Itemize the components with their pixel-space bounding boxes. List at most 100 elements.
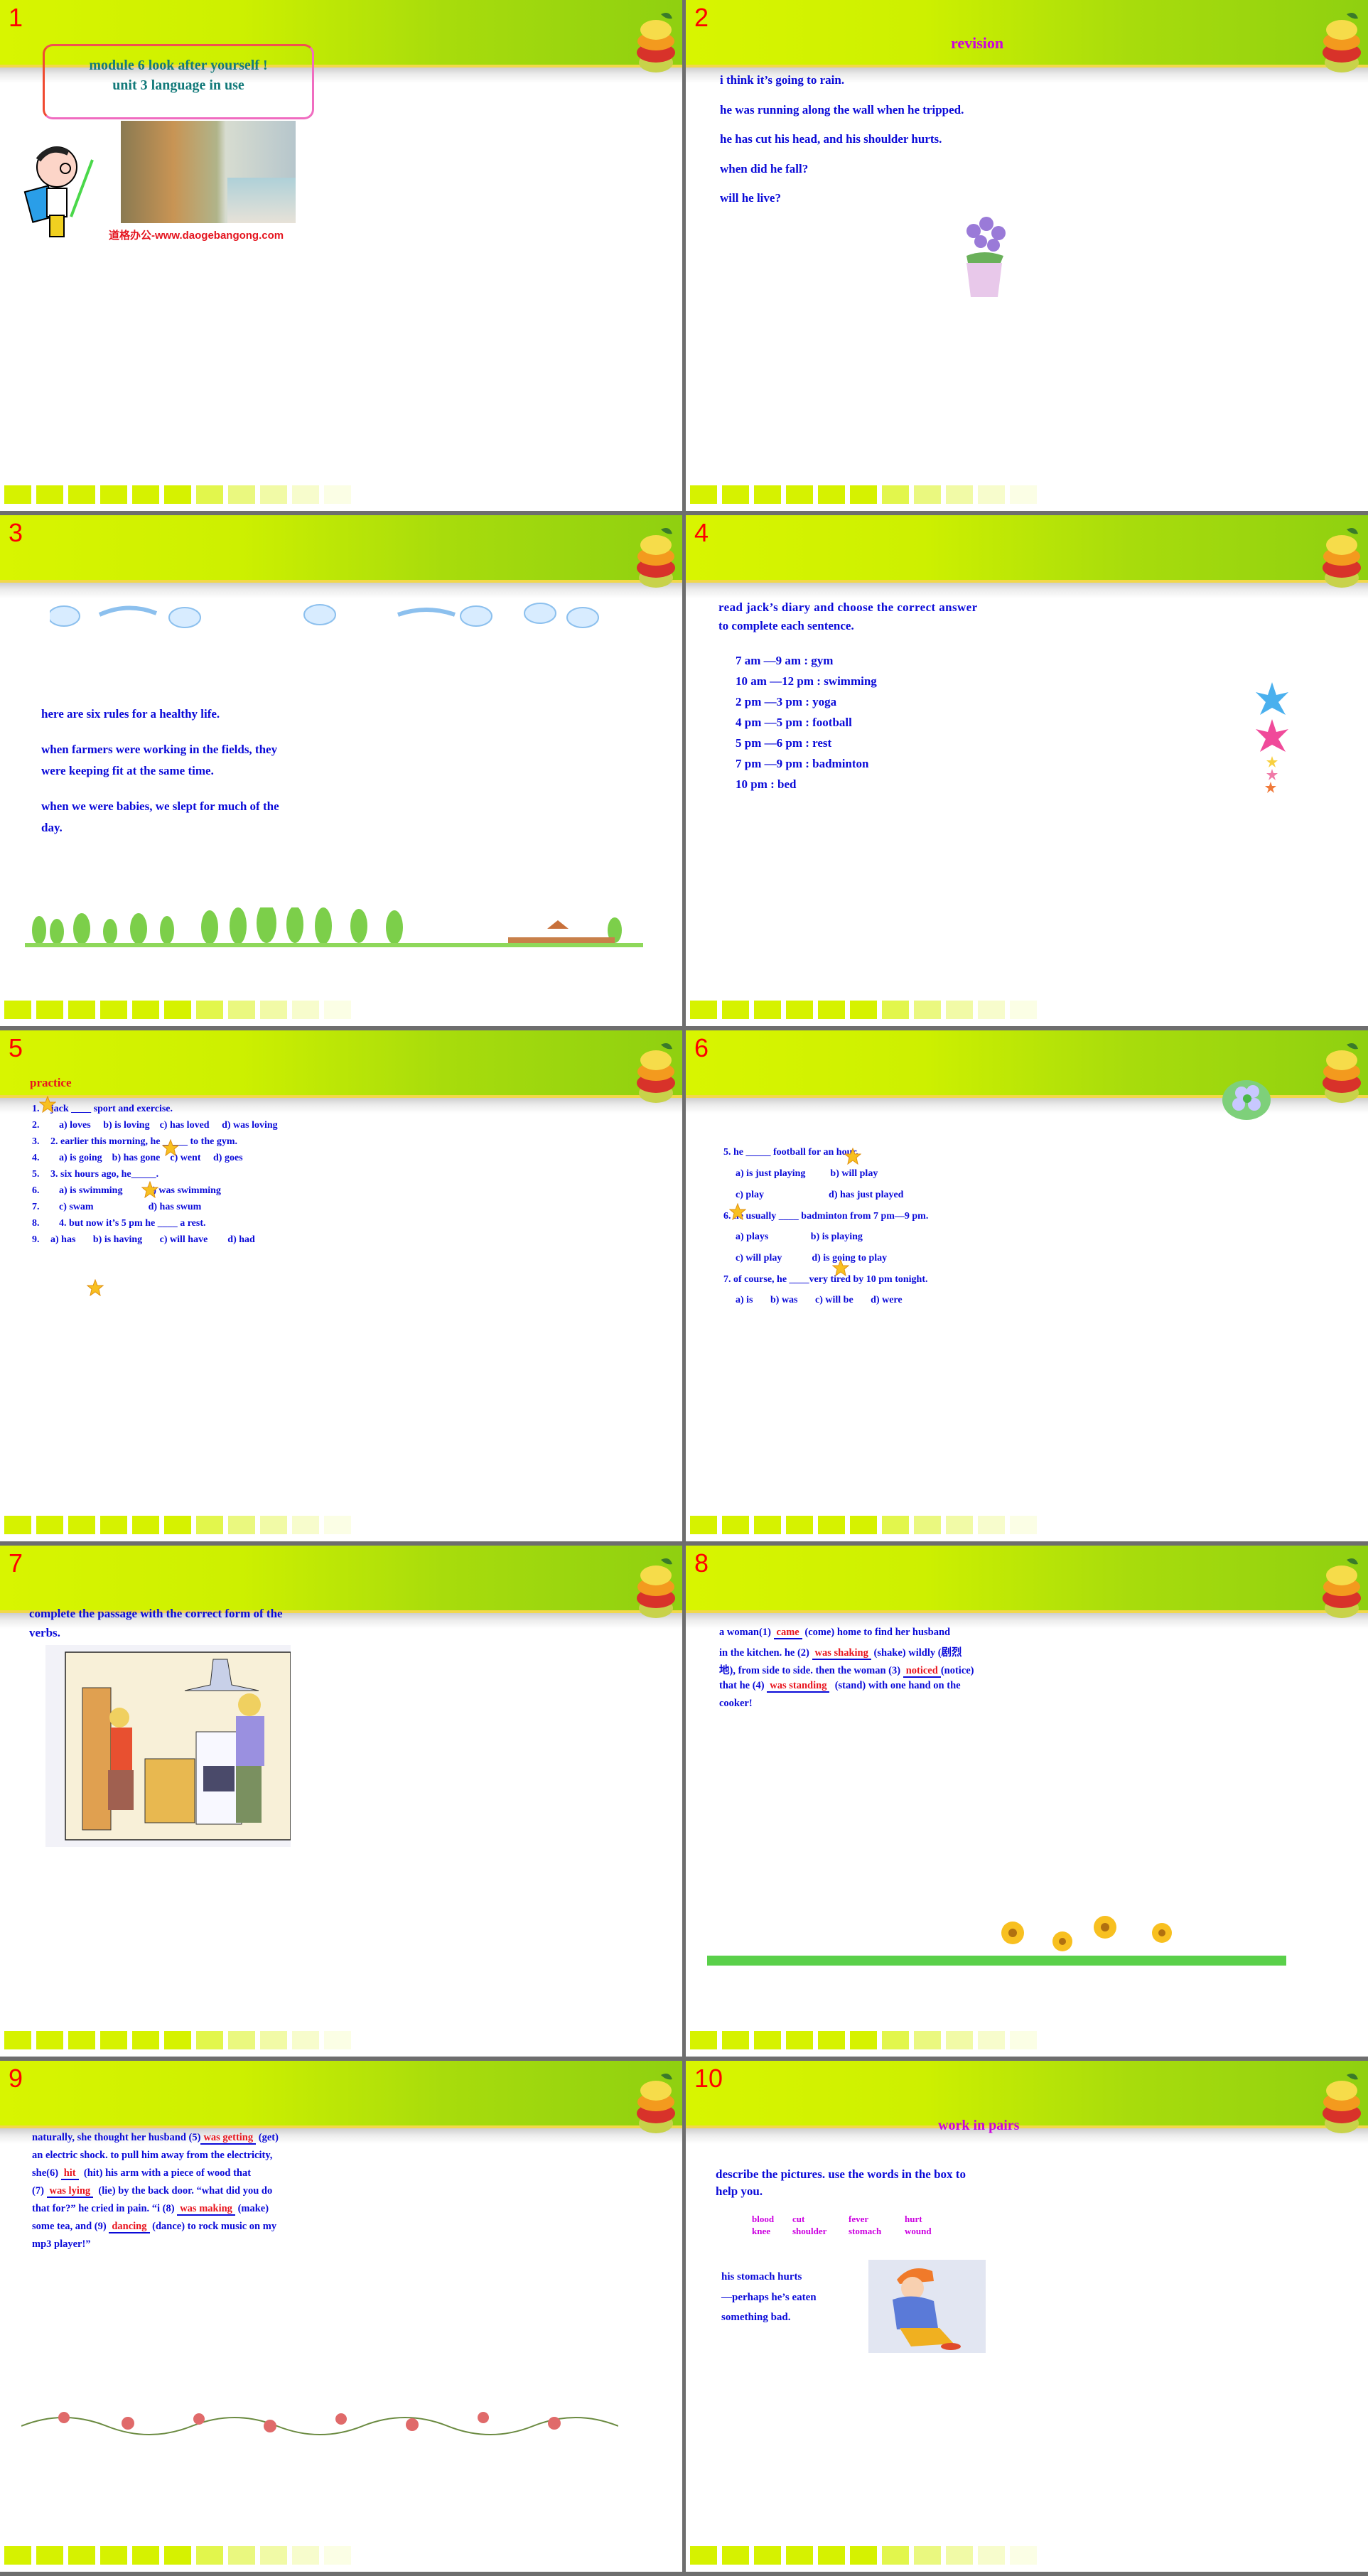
- answer-blank[interactable]: was making: [177, 2203, 235, 2216]
- fruit-stack-icon: [637, 1558, 675, 1618]
- diary-entry: 7 pm —9 pm : badminton: [736, 757, 869, 770]
- exercise-text: a) is going b) has gone c) went d) goes: [59, 1153, 243, 1163]
- answer-blank[interactable]: came: [773, 1627, 802, 1639]
- slide-header: [686, 515, 1368, 583]
- answer-blank[interactable]: noticed: [903, 1665, 941, 1678]
- example-text: his stomach hurts: [721, 2271, 802, 2283]
- passage-line: in the kitchen. he (2) was shaking (shak…: [719, 1644, 1259, 1660]
- vocabulary-word: shoulder: [792, 2226, 827, 2236]
- line-number: 9.: [32, 1234, 40, 1245]
- sentence: were keeping fit at the same time.: [41, 764, 214, 777]
- vocabulary-word: knee: [752, 2226, 770, 2236]
- passage-text: (dance) to rock music on my: [149, 2221, 277, 2232]
- exercise-text: 3. six hours ago, he_____.: [50, 1169, 159, 1180]
- answer-blank[interactable]: hit: [60, 2167, 79, 2180]
- slide-6[interactable]: 6 5. he _____ football for an hour. a) is…: [686, 1030, 1368, 1541]
- fruit-stack-icon: [1323, 2074, 1361, 2133]
- passage-line: naturally, she thought her husband (5) wa…: [32, 2132, 622, 2145]
- website-url[interactable]: 道格办公-www.daogebangong.com: [109, 227, 284, 242]
- fruit-stack-icon: [637, 1043, 675, 1103]
- slide-number: 5: [9, 1033, 23, 1062]
- passage-text: (hit) his arm with a piece of wood that: [78, 2167, 252, 2179]
- vocabulary-word: wound: [905, 2226, 932, 2236]
- slide-4[interactable]: 4 read jack’s diary and choose the corre…: [686, 515, 1368, 1026]
- line-number: 3.: [32, 1136, 40, 1147]
- diary-entry: 2 pm —3 pm : yoga: [736, 695, 837, 708]
- fruit-stack-icon: [637, 13, 675, 72]
- diary-entry: 5 pm —6 pm : rest: [736, 736, 832, 750]
- teacher-cartoon-icon: [23, 146, 94, 237]
- answer-options: c) will play d) is going to play: [736, 1253, 888, 1263]
- slide-7[interactable]: 7 complete the passage with the correct …: [0, 1546, 682, 2057]
- slide-9[interactable]: 9 naturally, she thought her husband (5)…: [0, 2061, 682, 2572]
- module-title: module 6 look after yourself !: [89, 58, 268, 73]
- exercise-line: 2. a) loves b) is loving c) has loved d) …: [32, 1120, 278, 1131]
- answer-blank[interactable]: was standing: [767, 1680, 830, 1693]
- instruction: read jack’s diary and choose the correct…: [718, 600, 978, 614]
- slide-10[interactable]: 10 work in pairs describe the pictures. …: [686, 2061, 1368, 2572]
- slide-header: [686, 0, 1368, 68]
- passage-text: (come) home to find her husband: [802, 1627, 951, 1638]
- footer-squares: [690, 2546, 1037, 2565]
- slide-number: 1: [9, 3, 23, 32]
- answer-blank[interactable]: was shaking: [812, 1647, 871, 1660]
- answer-blank[interactable]: dancing: [109, 2221, 150, 2233]
- unit-title: unit 3 language in use: [112, 77, 244, 93]
- passage-line: a woman(1) came (come) home to find her …: [719, 1627, 1259, 1639]
- passage-line: an electric shock. to pull him away from…: [32, 2150, 622, 2162]
- instruction: complete the passage with the correct fo…: [29, 1607, 283, 1620]
- passage-text: (lie) by the back door. “what did you do: [93, 2185, 273, 2197]
- tree-row-icon: [25, 907, 643, 947]
- slide-1[interactable]: 1 module 6 look after yourself ! unit 3 …: [0, 0, 682, 511]
- star-icon: [832, 1259, 849, 1276]
- slide-header: [686, 2061, 1368, 2128]
- fruit-stack-icon: [1323, 13, 1361, 72]
- exercise-line: 4. a) is going b) has gone c) went d) goe…: [32, 1153, 243, 1164]
- health-photo-collage: [121, 121, 296, 223]
- exercise-text: jack ____ sport and exercise.: [50, 1104, 173, 1114]
- answer-blank[interactable]: was lying: [46, 2185, 94, 2198]
- footer-squares: [4, 1001, 351, 1019]
- slide-header: [0, 2061, 682, 2128]
- fruit-stack-icon: [1323, 1558, 1361, 1618]
- answer-options: a) is just playing b) will play: [736, 1168, 878, 1179]
- passage-text: some tea, and (9): [32, 2221, 109, 2232]
- star-icon: [87, 1279, 104, 1296]
- example-text: something bad.: [721, 2312, 791, 2323]
- exercise-text: a) is swimming b) was swimming: [59, 1185, 221, 1196]
- passage-text: that for?” he cried in pain. “i (8): [32, 2203, 178, 2214]
- answer-blank[interactable]: was getting: [200, 2132, 257, 2145]
- vocabulary-word: stomach: [849, 2226, 882, 2236]
- passage-line: that for?” he cried in pain. “i (8) was …: [32, 2203, 622, 2216]
- slide-header: [0, 515, 682, 583]
- passage-text: in the kitchen. he (2): [719, 1647, 812, 1659]
- question: 7. of course, he ____very tired by 10 pm…: [723, 1274, 928, 1285]
- slide-2[interactable]: 2 revision i think it’s going to rain. h…: [686, 0, 1368, 511]
- slide-heading: revision: [951, 34, 1004, 52]
- exercise-line: 9. a) has b) is having c) will have d) ha…: [32, 1234, 255, 1246]
- sentence: he was running along the wall when he tr…: [720, 103, 964, 117]
- passage-line: she(6) hit (hit) his arm with a piece of…: [32, 2167, 622, 2180]
- exercise-line: 3. 2. earlier this morning, he _____ to t…: [32, 1136, 237, 1148]
- line-number: 5.: [32, 1169, 40, 1180]
- footer-squares: [4, 2546, 351, 2565]
- exercise-text: c) swam d) has swum: [59, 1202, 202, 1212]
- instruction: verbs.: [29, 1626, 60, 1639]
- cloud-border-icon: [50, 603, 599, 628]
- star-icon: [141, 1181, 158, 1198]
- passage-text: a woman(1): [719, 1627, 774, 1638]
- sentence: here are six rules for a healthy life.: [41, 707, 220, 721]
- sentence: when did he fall?: [720, 162, 809, 176]
- passage-text: (get): [256, 2132, 279, 2143]
- star-icon: [729, 1203, 746, 1220]
- slide-number: 7: [9, 1548, 23, 1578]
- answer-options: a) plays b) is playing: [736, 1232, 863, 1242]
- exercise-text: 4. but now it’s 5 pm he ____ a rest.: [59, 1218, 206, 1229]
- slide-3[interactable]: 3 here are six rules for a healthy life.…: [0, 515, 682, 1026]
- slide-8[interactable]: 8 a woman(1) came (come) home to find he…: [686, 1546, 1368, 2057]
- passage-text: mp3 player!”: [32, 2238, 91, 2250]
- footer-squares: [690, 1001, 1037, 1019]
- slide-number: 10: [694, 2064, 723, 2093]
- slide-number: 4: [694, 518, 709, 547]
- slide-5[interactable]: 5 practice 1. jack ____ sport and exercis…: [0, 1030, 682, 1541]
